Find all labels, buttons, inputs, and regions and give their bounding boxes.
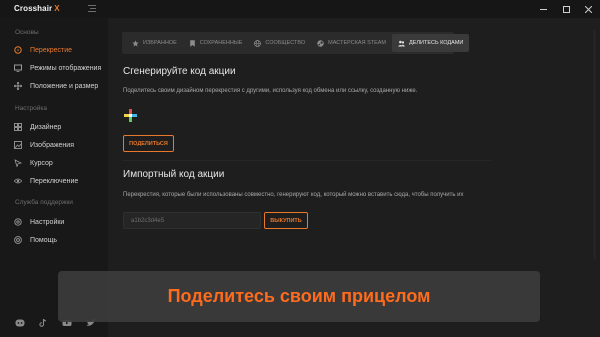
sidebar-section-title: Основы	[15, 29, 39, 36]
import-title: Импортный код акции	[123, 169, 225, 180]
display-icon	[14, 64, 22, 72]
scrollbar[interactable]	[593, 30, 596, 260]
sidebar-item-label: Режимы отображения	[30, 64, 102, 72]
star-icon	[132, 39, 139, 46]
crosshair-preview-icon	[124, 109, 137, 122]
tab-label: Сохраненные	[199, 40, 243, 46]
share-code-input[interactable]: a1b2c3d4e5	[123, 212, 261, 229]
sidebar-item-label: Перекрестие	[30, 46, 73, 54]
tab-share-codes[interactable]: Делитесь кодами	[392, 34, 470, 52]
redeem-button[interactable]: Выкупить	[264, 212, 308, 229]
sidebar-item-images[interactable]: Изображения	[14, 139, 106, 151]
generate-description: Поделитесь своим дизайном перекрестия с …	[123, 88, 418, 94]
app-logo: Crosshair X	[14, 4, 60, 13]
sidebar-item-designer[interactable]: Дизайнер	[14, 121, 106, 133]
app-name: Crosshair	[14, 4, 53, 13]
image-icon	[14, 141, 22, 149]
tiktok-icon[interactable]	[38, 319, 48, 327]
app-name-accent: X	[54, 4, 60, 13]
section-divider	[122, 160, 492, 161]
title-bar: Crosshair X	[0, 0, 600, 18]
sidebar-item-display-modes[interactable]: Режимы отображения	[14, 62, 106, 74]
sidebar-item-help[interactable]: Помощь	[14, 234, 106, 246]
settings-icon	[14, 218, 22, 226]
close-icon	[584, 5, 592, 13]
sidebar-toggle-icon[interactable]	[88, 5, 96, 12]
sidebar-item-settings[interactable]: Настройки	[14, 216, 106, 228]
sidebar-item-label: Переключение	[30, 177, 79, 185]
close-button[interactable]	[581, 2, 595, 16]
sidebar-item-crosshair[interactable]: Перекрестие	[14, 44, 106, 56]
designer-icon	[14, 123, 22, 131]
caption-text: Поделитесь своим прицелом	[167, 286, 431, 306]
steam-icon	[317, 39, 324, 47]
tab-label: Избранное	[143, 40, 177, 46]
sidebar-item-label: Изображения	[30, 141, 74, 149]
sidebar-section-title: Настройка	[15, 105, 47, 112]
tab-favorites[interactable]: Избранное	[126, 34, 183, 52]
tab-label: Делитесь кодами	[409, 40, 464, 46]
tab-steam-workshop[interactable]: Мастерская Steam	[311, 34, 392, 52]
sidebar-section-title: Служба поддержки	[15, 199, 73, 206]
sidebar-item-label: Дизайнер	[30, 123, 62, 131]
tab-label: Сообщество	[265, 40, 306, 46]
sidebar-item-toggle[interactable]: Переключение	[14, 175, 106, 187]
sidebar-item-cursor[interactable]: Курсор	[14, 157, 106, 169]
discord-icon[interactable]	[15, 319, 25, 327]
bookmark-icon	[189, 39, 195, 47]
maximize-button[interactable]	[559, 2, 573, 16]
caption-banner: Поделитесь своим прицелом	[58, 271, 540, 322]
tab-saved[interactable]: Сохраненные	[183, 34, 249, 52]
sidebar-item-label: Положение и размер	[30, 82, 99, 90]
generate-title: Сгенерируйте код акции	[123, 66, 236, 77]
cursor-icon	[14, 159, 22, 167]
globe-icon	[254, 39, 262, 47]
users-icon	[398, 40, 406, 46]
tab-label: Мастерская Steam	[328, 40, 387, 46]
eye-icon	[14, 178, 22, 184]
crosshair-icon	[14, 46, 22, 54]
minimize-button[interactable]	[536, 2, 550, 16]
maximize-icon	[562, 5, 570, 13]
minimize-icon	[539, 8, 547, 10]
sidebar-item-position-size[interactable]: Положение и размер	[14, 80, 106, 92]
import-description: Перекрестия, которые были использованы с…	[123, 192, 464, 198]
sidebar-item-label: Настройки	[30, 218, 65, 226]
move-icon	[14, 82, 22, 90]
help-icon	[14, 236, 22, 244]
tab-community[interactable]: Сообщество	[248, 34, 311, 52]
share-button[interactable]: Поделиться	[123, 135, 174, 152]
sidebar-item-label: Помощь	[30, 236, 58, 244]
sidebar-item-label: Курсор	[30, 159, 53, 167]
tab-bar: Избранное Сохраненные Сообщество Мастерс…	[122, 32, 470, 54]
